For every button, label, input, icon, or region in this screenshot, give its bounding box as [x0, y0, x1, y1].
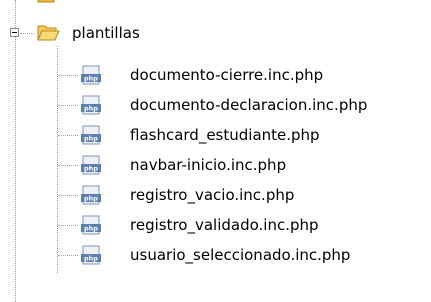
tree-connector — [58, 75, 78, 76]
file-label: documento-declaracion.inc.php — [130, 96, 368, 114]
tree-connector — [58, 255, 78, 256]
tree-file[interactable]: php registro_validado.inc.php — [0, 210, 431, 240]
tree-file[interactable]: php flashcard_estudiante.php — [0, 120, 431, 150]
file-tree: plantillas php documento-cierre.inc.php … — [0, 0, 431, 302]
tree-connector — [58, 105, 78, 106]
svg-text:php: php — [84, 255, 98, 263]
php-file-icon: php — [81, 155, 101, 175]
folder-open-icon — [37, 25, 60, 41]
tree-folder-plantillas[interactable]: plantillas — [0, 18, 431, 48]
tree-file[interactable]: php usuario_seleccionado.inc.php — [0, 240, 431, 270]
file-label: registro_vacio.inc.php — [130, 186, 295, 204]
file-label: navbar-inicio.inc.php — [130, 156, 287, 174]
folder-label: plantillas — [72, 24, 140, 42]
file-label: registro_validado.inc.php — [130, 216, 319, 234]
svg-text:php: php — [84, 105, 98, 113]
tree-connector — [58, 135, 78, 136]
php-file-icon: php — [81, 215, 101, 235]
php-file-icon: php — [81, 245, 101, 265]
collapse-toggle[interactable] — [10, 28, 19, 37]
tree-connector — [58, 165, 78, 166]
svg-text:php: php — [84, 135, 98, 143]
svg-text:php: php — [84, 165, 98, 173]
php-file-icon: php — [81, 125, 101, 145]
file-label: documento-cierre.inc.php — [130, 66, 324, 84]
folder-icon — [37, 0, 55, 3]
svg-text:php: php — [84, 225, 98, 233]
php-file-icon: php — [81, 65, 101, 85]
svg-text:php: php — [84, 195, 98, 203]
tree-connector — [20, 33, 34, 34]
svg-text:php: php — [84, 75, 98, 83]
tree-file[interactable]: php documento-declaracion.inc.php — [0, 90, 431, 120]
php-file-icon: php — [81, 185, 101, 205]
file-label: usuario_seleccionado.inc.php — [130, 246, 351, 264]
tree-connector — [58, 195, 78, 196]
tree-connector — [58, 225, 78, 226]
tree-file[interactable]: php documento-cierre.inc.php — [0, 60, 431, 90]
php-file-icon: php — [81, 95, 101, 115]
tree-file[interactable]: php registro_vacio.inc.php — [0, 180, 431, 210]
tree-file[interactable]: php navbar-inicio.inc.php — [0, 150, 431, 180]
file-label: flashcard_estudiante.php — [130, 126, 320, 144]
